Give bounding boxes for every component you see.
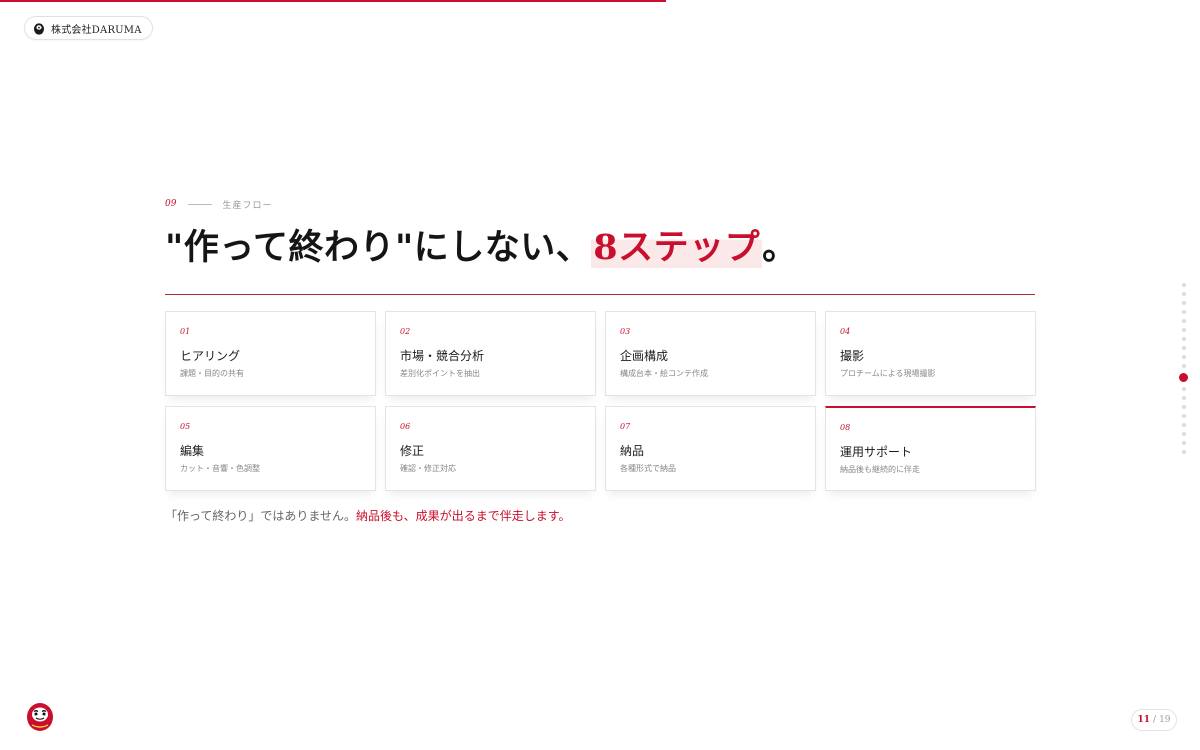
brand-logo-button[interactable]: 株式会社DARUMA: [24, 16, 153, 40]
slide-dot[interactable]: [1182, 396, 1186, 400]
page-title: "作って終わり"にしない、8ステップ。: [165, 227, 1035, 269]
section-eyebrow: 09 生産フロー: [165, 197, 1035, 211]
step-title: 市場・競合分析: [400, 349, 485, 363]
page-progress-bar: [0, 0, 1200, 2]
step-card-4[interactable]: 04 撮影 プロチームによる現場撮影: [825, 311, 1036, 396]
slide-dot[interactable]: [1182, 328, 1186, 332]
steps-grid: 01 ヒアリング 課題・目的の共有 02 市場・競合分析 差別化ポイントを抽出 …: [165, 311, 1036, 491]
step-title: ヒアリング: [180, 349, 241, 363]
slide-dot[interactable]: [1182, 364, 1186, 368]
slide-dot[interactable]: [1182, 405, 1186, 409]
brand-name: 株式会社DARUMA: [51, 24, 142, 36]
slide-dot[interactable]: [1182, 355, 1186, 359]
step-title: 運用サポート: [840, 445, 913, 459]
eyebrow-divider: [188, 203, 213, 205]
step-title: 修正: [400, 444, 425, 458]
step-card-8[interactable]: 08 運用サポート 納品後も継続的に伴走: [825, 406, 1036, 491]
page-separator: /: [1153, 715, 1157, 725]
slide-dot-active[interactable]: [1179, 373, 1188, 382]
slide-dot[interactable]: [1182, 423, 1186, 427]
headline-part1: "作って終わり"にしない、: [165, 227, 592, 268]
step-title: 撮影: [840, 349, 865, 363]
daruma-mascot-icon[interactable]: [26, 700, 54, 732]
step-card-1[interactable]: 01 ヒアリング 課題・目的の共有: [165, 311, 376, 396]
step-description: 構成台本・絵コンテ作成: [620, 369, 708, 378]
step-title: 企画構成: [620, 349, 669, 363]
step-card-5[interactable]: 05 編集 カット・音響・色調整: [165, 406, 376, 491]
step-number: 08: [840, 423, 851, 432]
note-plain: 「作って終わり」ではありません。: [165, 509, 357, 523]
step-number: 03: [620, 327, 631, 336]
page-progress-fill: [0, 0, 666, 2]
slide-dot[interactable]: [1182, 346, 1186, 350]
step-card-2[interactable]: 02 市場・競合分析 差別化ポイントを抽出: [385, 311, 596, 396]
slide-dot[interactable]: [1182, 432, 1186, 436]
slide-dot[interactable]: [1182, 292, 1186, 296]
headline-accent: 8ステップ: [591, 227, 763, 268]
step-card-6[interactable]: 06 修正 確認・修正対応: [385, 406, 596, 491]
page-current: 11: [1137, 715, 1151, 725]
slide-dot[interactable]: [1182, 319, 1186, 323]
slide-dot[interactable]: [1182, 450, 1186, 454]
step-title: 編集: [180, 444, 205, 458]
note-accent: 納品後も、成果が出るまで伴走します。: [356, 509, 571, 523]
step-number: 04: [840, 327, 851, 336]
daruma-icon: [34, 23, 44, 35]
step-number: 07: [620, 422, 631, 431]
section-number: 09: [165, 199, 177, 209]
step-description: 確認・修正対応: [400, 464, 456, 473]
step-number: 05: [180, 422, 191, 431]
slide-dot[interactable]: [1182, 310, 1186, 314]
closing-note: 「作って終わり」ではありません。納品後も、成果が出るまで伴走します。: [165, 505, 595, 527]
slide-dot[interactable]: [1182, 387, 1186, 391]
slide-dot[interactable]: [1182, 283, 1186, 287]
page-counter: 11 / 19: [1131, 709, 1177, 731]
production-flow-section: 09 生産フロー "作って終わり"にしない、8ステップ。: [165, 197, 1035, 269]
slide-dot[interactable]: [1182, 301, 1186, 305]
step-description: プロチームによる現場撮影: [840, 369, 936, 378]
section-label: 生産フロー: [222, 200, 273, 211]
step-title: 納品: [620, 444, 645, 458]
step-description: 課題・目的の共有: [180, 369, 244, 378]
page-total: 19: [1159, 715, 1171, 725]
step-description: 各種形式で納品: [620, 464, 676, 473]
slide-dot[interactable]: [1182, 414, 1186, 418]
step-card-7[interactable]: 07 納品 各種形式で納品: [605, 406, 816, 491]
step-number: 01: [180, 327, 191, 336]
slide-dot[interactable]: [1182, 441, 1186, 445]
step-number: 02: [400, 327, 411, 336]
headline-part2: 。: [762, 227, 798, 268]
headline-divider: [165, 294, 1035, 295]
step-card-3[interactable]: 03 企画構成 構成台本・絵コンテ作成: [605, 311, 816, 396]
step-description: 差別化ポイントを抽出: [400, 369, 480, 378]
step-description: 納品後も継続的に伴走: [840, 465, 920, 474]
slide-dot-navigation: [1179, 283, 1188, 459]
step-number: 06: [400, 422, 411, 431]
step-description: カット・音響・色調整: [180, 464, 260, 473]
slide-dot[interactable]: [1182, 337, 1186, 341]
